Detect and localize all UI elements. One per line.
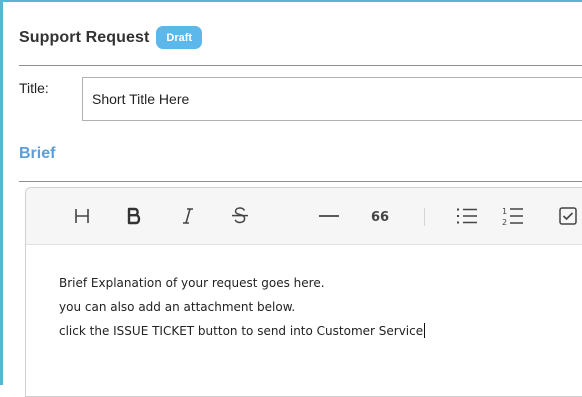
content-line-last: click the ISSUE TICKET button to send in…: [59, 319, 426, 343]
strikethrough-button[interactable]: [226, 202, 254, 230]
header-divider: [19, 65, 582, 66]
editor-content[interactable]: Brief Explanation of your request goes h…: [59, 271, 426, 343]
bulleted-list-button[interactable]: [453, 202, 481, 230]
italic-button[interactable]: [176, 202, 200, 230]
svg-text:1: 1: [502, 207, 507, 216]
bold-button[interactable]: [122, 202, 146, 230]
title-row: Title:: [19, 80, 49, 96]
markdown-editor: 66 1 2 Brief Explanation of your request…: [25, 187, 582, 397]
page-title: Support Request: [19, 28, 150, 46]
checkbox-icon: [559, 207, 577, 225]
brief-section-label: Brief: [19, 145, 56, 162]
strikethrough-icon: [232, 207, 248, 224]
brief-divider: [19, 181, 582, 182]
svg-text:66: 66: [371, 210, 389, 225]
heading-icon: [75, 209, 89, 223]
numbered-list-icon: 1 2: [502, 207, 523, 227]
bulleted-list-icon: [457, 208, 477, 224]
title-label: Title:: [19, 80, 49, 96]
panel-header: Support Request Draft: [19, 26, 203, 49]
status-badge: Draft: [156, 26, 203, 49]
content-line: you can also add an attachment below.: [59, 300, 296, 314]
horizontal-rule-button[interactable]: [314, 202, 344, 230]
editor-toolbar: 66 1 2: [26, 188, 582, 245]
task-list-button[interactable]: [554, 202, 582, 230]
svg-text:2: 2: [502, 218, 507, 227]
horizontal-rule-icon: [319, 215, 339, 217]
support-request-panel: Support Request Draft Title: Brief: [0, 0, 582, 397]
italic-icon: [183, 208, 193, 224]
content-line: Brief Explanation of your request goes h…: [59, 276, 325, 290]
bold-icon: [127, 207, 141, 225]
quote-button[interactable]: 66: [367, 202, 393, 230]
toolbar-separator: [424, 208, 425, 226]
heading-button[interactable]: [70, 202, 94, 230]
text-cursor: [424, 323, 426, 338]
title-input[interactable]: [82, 77, 582, 121]
quote-icon: 66: [371, 210, 389, 225]
numbered-list-button[interactable]: 1 2: [499, 202, 527, 230]
content-line: click the ISSUE TICKET button to send in…: [59, 324, 424, 338]
